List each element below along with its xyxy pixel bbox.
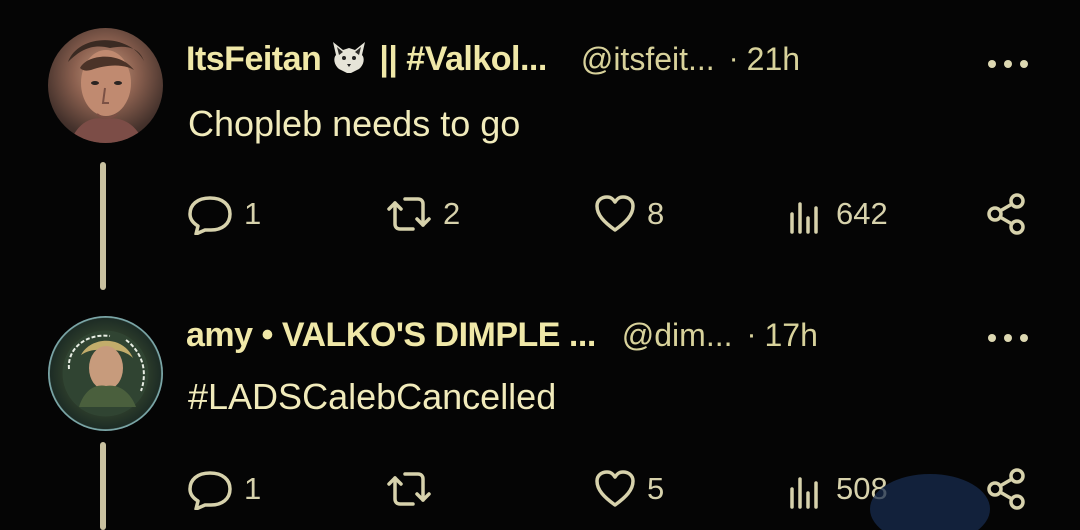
reply-count: 1 [244, 471, 262, 506]
fox-emoji-icon [329, 40, 369, 79]
timestamp[interactable]: 17h [764, 317, 817, 354]
tweet-text: Chopleb needs to go [188, 103, 521, 144]
display-name-suffix[interactable]: || #Valkol... [379, 40, 547, 79]
retweet-button[interactable] [385, 464, 443, 514]
tweet-header: ItsFeitan || #Valkol... @itsfeit... · 21… [186, 34, 800, 84]
retweet-button[interactable]: 2 [385, 189, 460, 239]
display-name[interactable]: ItsFeitan [186, 40, 322, 79]
thread-line [100, 442, 106, 530]
tweet-header: amy • VALKO'S DIMPLE ... @dim... · 17h [186, 310, 818, 360]
like-icon [595, 470, 635, 507]
reply-count: 1 [244, 196, 262, 231]
tweet-text: #LADSCalebCancelled [188, 376, 557, 417]
like-button[interactable]: 5 [593, 464, 664, 514]
share-icon [987, 193, 1025, 235]
reply-icon [188, 196, 232, 235]
share-button[interactable] [986, 189, 1030, 239]
reply-icon [188, 471, 232, 510]
tweet-thread: ItsFeitan || #Valkol... @itsfeit... · 21… [0, 0, 1080, 530]
user-handle[interactable]: @dim... [622, 317, 733, 354]
more-icon[interactable] [988, 56, 1028, 72]
more-icon[interactable] [988, 330, 1028, 346]
views-button[interactable]: 642 [788, 189, 888, 239]
like-icon [595, 195, 635, 232]
views-icon [790, 477, 818, 509]
reply-button[interactable]: 1 [188, 189, 261, 239]
tweet-actions: 1 2 8 642 [188, 189, 1038, 239]
like-count: 5 [647, 471, 665, 506]
view-count: 642 [836, 196, 888, 231]
thread-line [100, 162, 106, 290]
tweet-1[interactable]: ItsFeitan || #Valkol... @itsfeit... · 21… [0, 28, 1080, 290]
views-icon [790, 202, 818, 234]
retweet-icon [387, 197, 431, 231]
display-name[interactable]: amy • VALKO'S DIMPLE ... [186, 316, 596, 355]
retweet-count: 2 [443, 196, 461, 231]
share-button[interactable] [986, 464, 1030, 514]
user-handle[interactable]: @itsfeit... [581, 41, 715, 78]
retweet-icon [387, 472, 431, 506]
reply-button[interactable]: 1 [188, 464, 261, 514]
separator-dot: · [728, 42, 739, 75]
like-count: 8 [647, 196, 665, 231]
separator-dot: · [746, 318, 757, 351]
avatar[interactable] [48, 28, 163, 143]
timestamp[interactable]: 21h [747, 41, 800, 78]
share-icon [987, 468, 1025, 510]
like-button[interactable]: 8 [593, 189, 664, 239]
avatar[interactable] [48, 316, 163, 431]
